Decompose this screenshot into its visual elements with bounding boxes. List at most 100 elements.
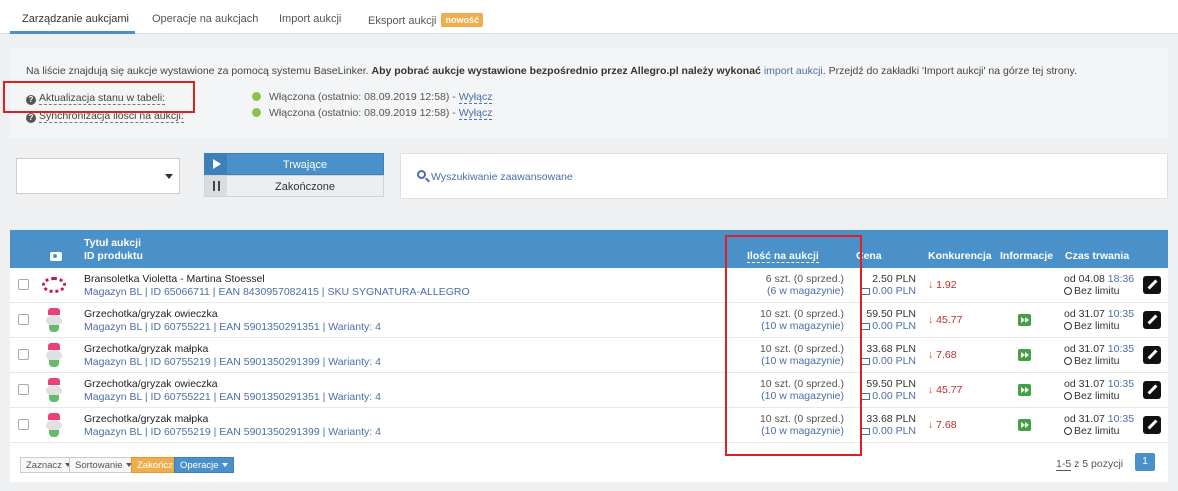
table-header: Tytuł aukcji ID produktu Ilość na aukcji… <box>10 230 1168 268</box>
tab-bar: Zarządzanie aukcjami Operacje na aukcjac… <box>0 0 1178 34</box>
caret-down-icon <box>221 463 228 467</box>
status-on-dot-icon <box>252 92 261 101</box>
status-text-update: Włączona (ostatnio: 08.09.2019 12:58) - <box>269 91 456 103</box>
tab-eksport-aukcji[interactable]: Eksport aukcji nowość <box>368 13 483 27</box>
competition-value: 1.92 <box>936 279 957 291</box>
row-checkbox[interactable] <box>18 419 29 430</box>
competition-value: 45.77 <box>936 314 963 326</box>
ops-btn-label: Operacje <box>180 460 219 471</box>
product-meta[interactable]: Magazyn BL | ID 60755221 | EAN 590135029… <box>84 391 381 403</box>
duration-limit-value: Bez limitu <box>1074 320 1120 332</box>
edit-icon[interactable] <box>1143 276 1161 294</box>
product-thumbnail[interactable] <box>40 341 68 369</box>
info-forward-icon[interactable] <box>1018 419 1031 431</box>
info-text-a: Na liście znajdują się aukcje wystawione… <box>26 65 369 77</box>
auction-title[interactable]: Grzechotka/gryzak owieczka <box>84 378 218 390</box>
competition-price[interactable]: ↓ 7.68 <box>928 349 957 361</box>
money-icon <box>861 393 871 400</box>
edit-icon[interactable] <box>1143 416 1161 434</box>
sort-dropdown-button[interactable]: Sortowanie <box>69 457 138 473</box>
auctions-table: Tytuł aukcji ID produktu Ilość na aukcji… <box>10 230 1168 482</box>
camera-icon <box>50 252 62 261</box>
edit-icon[interactable] <box>1143 381 1161 399</box>
active-auctions-button[interactable]: Trwające <box>204 153 384 175</box>
auction-title[interactable]: Bransoletka Violetta - Martina Stoessel <box>84 273 265 285</box>
product-thumbnail[interactable] <box>40 376 68 404</box>
operations-dropdown-button[interactable]: Operacje <box>174 457 234 473</box>
product-thumbnail[interactable] <box>40 271 68 299</box>
start-date-value: od 31.07 <box>1064 378 1105 390</box>
auction-title[interactable]: Grzechotka/gryzak owieczka <box>84 308 218 320</box>
start-date-value: od 31.07 <box>1064 343 1105 355</box>
row-checkbox[interactable] <box>18 384 29 395</box>
advanced-search[interactable]: Wyszukiwanie zaawansowane <box>400 153 1168 199</box>
product-meta[interactable]: Magazyn BL | ID 60755219 | EAN 590135029… <box>84 356 381 368</box>
status-value-sync: Włączona (ostatnio: 08.09.2019 12:58) - … <box>252 107 493 120</box>
start-time-link[interactable]: 10:35 <box>1108 413 1134 425</box>
pagination-range[interactable]: 1-5 <box>1056 458 1072 471</box>
arrow-down-icon: ↓ <box>928 314 934 326</box>
disable-update-link[interactable]: Wyłącz <box>458 91 493 104</box>
pagination-info: 1-5 z 5 pozycji <box>1056 458 1123 471</box>
edit-icon[interactable] <box>1143 346 1161 364</box>
tab-operacje-na-aukcjach[interactable]: Operacje na aukcjach <box>152 13 258 25</box>
sort-btn-label: Sortowanie <box>75 460 123 471</box>
header-title[interactable]: Tytuł aukcji <box>84 237 141 249</box>
status-text-sync: Włączona (ostatnio: 08.09.2019 12:58) - <box>269 107 456 119</box>
product-meta[interactable]: Magazyn BL | ID 65066711 | EAN 843095708… <box>84 286 470 298</box>
info-forward-icon[interactable] <box>1018 314 1031 326</box>
money-icon <box>861 323 871 330</box>
start-time-link[interactable]: 10:35 <box>1108 343 1134 355</box>
start-time-link[interactable]: 18:36 <box>1108 273 1134 285</box>
competition-price[interactable]: ↓ 45.77 <box>928 314 962 326</box>
header-product-id[interactable]: ID produktu <box>84 250 143 262</box>
auction-title[interactable]: Grzechotka/gryzak małpka <box>84 413 208 425</box>
start-time-link[interactable]: 10:35 <box>1108 308 1134 320</box>
tab-zarzadzanie-aukcjami[interactable]: Zarządzanie aukcjami <box>22 13 129 25</box>
info-forward-icon[interactable] <box>1018 349 1031 361</box>
header-competition[interactable]: Konkurencja <box>928 250 992 262</box>
end-auctions-button[interactable]: Zakończ <box>131 457 179 473</box>
tab-import-aukcji[interactable]: Import aukcji <box>279 13 341 25</box>
product-thumbnail[interactable] <box>40 411 68 439</box>
disable-sync-link[interactable]: Wyłącz <box>458 107 493 120</box>
secondary-price-value: 0.00 PLN <box>872 320 916 332</box>
select-btn-label: Zaznacz <box>26 460 62 471</box>
arrow-down-icon: ↓ <box>928 349 934 361</box>
table-row: Grzechotka/gryzak owieczka Magazyn BL | I… <box>10 373 1168 408</box>
row-checkbox[interactable] <box>18 279 29 290</box>
start-date: od 31.07 10:35 <box>1064 378 1134 390</box>
toy-image <box>46 413 62 437</box>
advanced-search-label: Wyszukiwanie zaawansowane <box>431 171 573 183</box>
import-aukcji-link[interactable]: import aukcji <box>764 65 823 77</box>
active-tab-indicator <box>10 31 135 34</box>
product-meta[interactable]: Magazyn BL | ID 60755219 | EAN 590135029… <box>84 426 381 438</box>
info-forward-icon[interactable] <box>1018 384 1031 396</box>
competition-price[interactable]: ↓ 1.92 <box>928 279 957 291</box>
pause-icon <box>205 176 227 196</box>
row-checkbox[interactable] <box>18 349 29 360</box>
auction-title[interactable]: Grzechotka/gryzak małpka <box>84 343 208 355</box>
toy-image <box>46 308 62 332</box>
clock-icon <box>1064 357 1072 365</box>
header-duration[interactable]: Czas trwania <box>1065 250 1129 262</box>
competition-price[interactable]: ↓ 7.68 <box>928 419 957 431</box>
header-information[interactable]: Informacje <box>1000 250 1053 262</box>
money-icon <box>861 288 871 295</box>
page-1-button[interactable]: 1 <box>1135 453 1155 471</box>
help-icon[interactable]: ? <box>26 113 36 123</box>
ended-auctions-button[interactable]: Zakończone <box>204 175 384 197</box>
row-checkbox[interactable] <box>18 314 29 325</box>
start-date-value: od 31.07 <box>1064 413 1105 425</box>
caret-down-icon <box>165 174 173 179</box>
new-badge: nowość <box>441 13 483 27</box>
product-thumbnail[interactable] <box>40 306 68 334</box>
auction-account-select[interactable] <box>16 158 180 194</box>
start-date: od 31.07 10:35 <box>1064 413 1134 425</box>
competition-value: 45.77 <box>936 384 963 396</box>
table-row: Grzechotka/gryzak małpka Magazyn BL | ID … <box>10 338 1168 373</box>
edit-icon[interactable] <box>1143 311 1161 329</box>
product-meta[interactable]: Magazyn BL | ID 60755221 | EAN 590135029… <box>84 321 381 333</box>
start-time-link[interactable]: 10:35 <box>1108 378 1134 390</box>
competition-price[interactable]: ↓ 45.77 <box>928 384 962 396</box>
